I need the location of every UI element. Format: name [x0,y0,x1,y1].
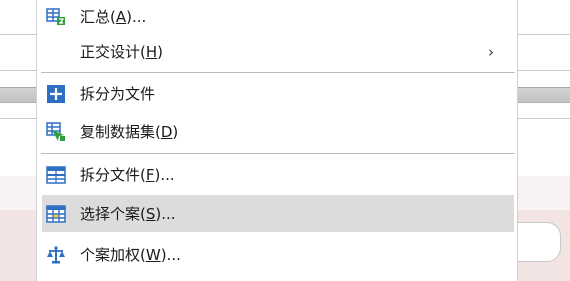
menu-item-label: 个案加权(W)... [80,246,181,264]
submenu-arrow-icon: › [488,43,494,61]
menu-item-weight-cases[interactable]: 个案加权(W)... [42,236,514,273]
menu-item-label: 汇总(A)... [80,8,147,26]
menu-item-label: 拆分为文件 [80,85,156,103]
menu-item-split-file[interactable]: 拆分文件(F)... [42,156,514,193]
split-file-icon [46,165,66,185]
data-context-menu: 汇总(A)... 正交设计(H) › 拆分为文件 复制数据集(D) 拆分文件(F… [36,0,518,281]
menu-item-copy-dataset[interactable]: 复制数据集(D) [42,113,514,150]
menu-item-split-into-files[interactable]: 拆分为文件 [42,75,514,112]
menu-item-select-cases[interactable]: 选择个案(S)... [42,195,514,232]
menu-item-label: 选择个案(S)... [80,205,176,223]
copy-dataset-icon [46,122,66,142]
menu-separator [41,153,515,154]
menu-item-label: 正交设计(H) [80,43,163,61]
menu-item-orthogonal-design[interactable]: 正交设计(H) › [42,33,514,70]
split-to-files-icon [46,84,66,104]
menu-item-aggregate[interactable]: 汇总(A)... [42,0,514,35]
select-cases-icon [46,204,66,224]
weight-cases-icon [46,245,66,265]
menu-separator [41,72,515,73]
aggregate-icon [46,7,66,27]
menu-item-label: 拆分文件(F)... [80,166,175,184]
menu-item-label: 复制数据集(D) [80,123,179,141]
